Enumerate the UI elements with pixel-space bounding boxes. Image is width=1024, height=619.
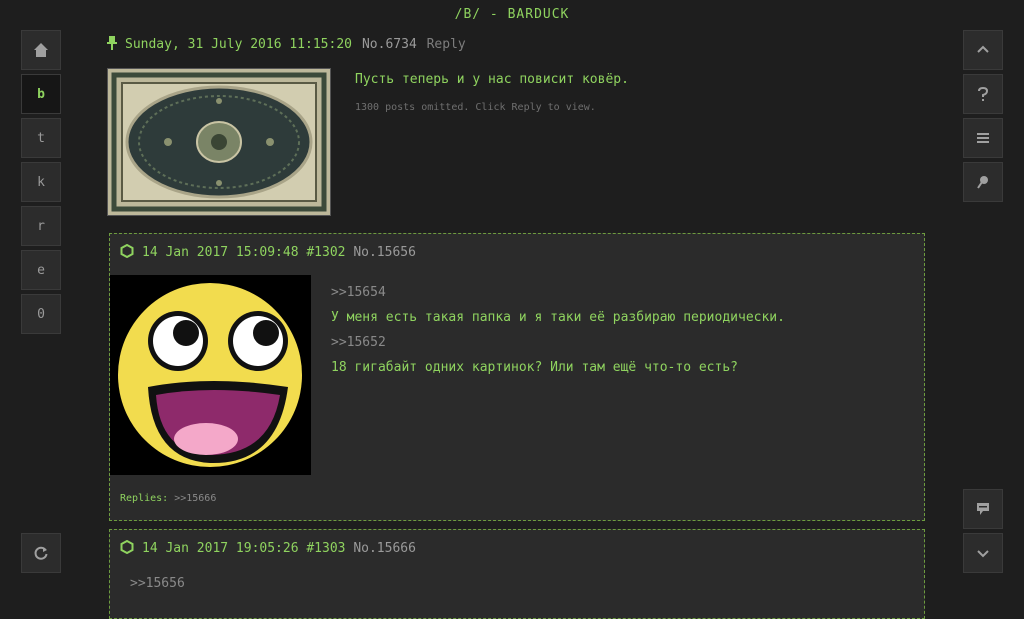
reply-post: 14 Jan 2017 15:09:48 #1302 No.15656 >>15… (109, 233, 925, 521)
board-title: /B/ - BARDUCK (454, 7, 570, 22)
scroll-bottom-button[interactable] (963, 533, 1003, 573)
pin-button[interactable] (963, 162, 1003, 202)
post-header: 14 Jan 2017 15:09:48 #1302 No.15656 (120, 244, 416, 260)
reply-backlink[interactable]: >>15666 (174, 493, 216, 504)
post-image-awesome-face[interactable] (110, 275, 311, 475)
board-link-t[interactable]: t (21, 118, 61, 158)
hexagon-icon (120, 244, 134, 258)
home-icon (34, 43, 48, 57)
board-link-0[interactable]: 0 (21, 294, 61, 334)
op-image-carpet[interactable] (107, 68, 331, 216)
question-icon (978, 86, 989, 101)
op-number[interactable]: No.6734 (362, 37, 417, 52)
reply-post: 14 Jan 2017 19:05:26 #1303 No.15666 >>15… (109, 529, 925, 619)
replies: Replies: >>15666 (120, 493, 216, 504)
omitted-notice: 1300 posts omitted. Click Reply to view. (355, 102, 596, 113)
board-link-r[interactable]: r (21, 206, 61, 246)
op-date: Sunday, 31 July 2016 11:15:20 (125, 37, 352, 52)
board-link-b[interactable]: b (21, 74, 61, 114)
replies-label: Replies: (120, 493, 169, 504)
help-button[interactable] (963, 74, 1003, 114)
post-text: У меня есть такая папка и я таки её разб… (331, 310, 785, 325)
scroll-top-button[interactable] (963, 30, 1003, 70)
hexagon-icon (120, 540, 134, 554)
post-number[interactable]: No.15666 (353, 541, 416, 556)
chevron-up-icon (977, 45, 989, 53)
post-header: 14 Jan 2017 19:05:26 #1303 No.15666 (120, 540, 416, 556)
new-reply-button[interactable] (963, 489, 1003, 529)
op-reply-link[interactable]: Reply (427, 37, 466, 52)
home-button[interactable] (21, 30, 61, 70)
post-body: >>15654 У меня есть такая папка и я таки… (331, 280, 785, 380)
board-link-e[interactable]: e (21, 250, 61, 290)
op-text: Пусть теперь и у нас повисит ковёр. (355, 72, 629, 87)
comment-icon (977, 503, 989, 515)
op-header: Sunday, 31 July 2016 11:15:20 No.6734 Rep… (107, 36, 466, 52)
refresh-button[interactable] (21, 533, 61, 573)
refresh-icon (34, 546, 48, 560)
post-date: 14 Jan 2017 15:09:48 #1302 (142, 245, 346, 260)
post-number[interactable]: No.15656 (353, 245, 416, 260)
post-date: 14 Jan 2017 19:05:26 #1303 (142, 541, 346, 556)
pin-icon (977, 176, 988, 189)
chevron-down-icon (977, 550, 989, 558)
quote-link[interactable]: >>15652 (331, 330, 785, 355)
pinned-icon (107, 36, 117, 50)
post-text: 18 гигабайт одних картинок? Или там ещё … (331, 360, 738, 375)
menu-button[interactable] (963, 118, 1003, 158)
quote-link[interactable]: >>15654 (331, 280, 785, 305)
board-link-k[interactable]: k (21, 162, 61, 202)
quote-link[interactable]: >>15656 (130, 576, 185, 591)
menu-icon (977, 133, 989, 143)
